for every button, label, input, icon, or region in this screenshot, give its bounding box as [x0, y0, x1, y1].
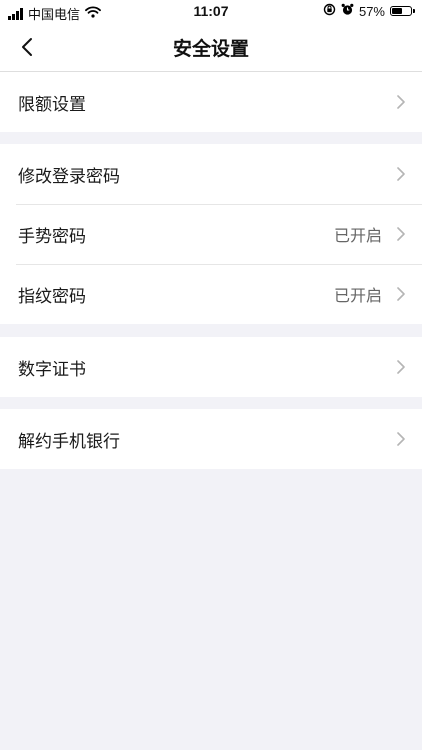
battery-fill [392, 8, 402, 14]
page-title: 安全设置 [172, 38, 249, 60]
chevron-right-icon [396, 226, 406, 242]
setting-status: 已开启 [333, 226, 382, 245]
chevron-right-icon [396, 94, 406, 110]
setting-label: 修改登录密码 [18, 166, 120, 187]
setting-label: 解约手机银行 [18, 431, 120, 452]
setting-row-terminate-mobile-banking[interactable]: 解约手机银行 [0, 409, 422, 469]
setting-row-digital-certificate[interactable]: 数字证书 [0, 337, 422, 397]
chevron-right-icon [396, 286, 406, 302]
setting-label: 限额设置 [18, 94, 86, 115]
settings-group-passwords: 修改登录密码 手势密码 已开启 指纹密码 已开启 [0, 144, 422, 324]
status-bar: 中国电信 11:07 57% [0, 0, 422, 24]
battery-icon [390, 6, 415, 16]
rotation-lock-icon [323, 3, 336, 19]
setting-status: 已开启 [333, 286, 382, 305]
setting-label: 数字证书 [18, 359, 86, 380]
nav-bar: 安全设置 [0, 24, 422, 72]
setting-row-fingerprint-password[interactable]: 指纹密码 已开启 [0, 264, 422, 324]
status-right: 57% [323, 3, 415, 19]
setting-row-change-login-password[interactable]: 修改登录密码 [0, 144, 422, 204]
settings-group-terminate: 解约手机银行 [0, 409, 422, 469]
setting-row-limit[interactable]: 限额设置 [0, 72, 422, 132]
chevron-right-icon [396, 431, 406, 447]
setting-label: 指纹密码 [18, 286, 86, 307]
setting-row-gesture-password[interactable]: 手势密码 已开启 [0, 204, 422, 264]
settings-group-limits: 限额设置 [0, 72, 422, 132]
chevron-right-icon [396, 359, 406, 375]
chevron-right-icon [396, 166, 406, 182]
setting-label: 手势密码 [18, 226, 86, 247]
battery-percent: 57% [358, 3, 385, 19]
settings-group-certificate: 数字证书 [0, 337, 422, 397]
alarm-icon [341, 3, 354, 19]
